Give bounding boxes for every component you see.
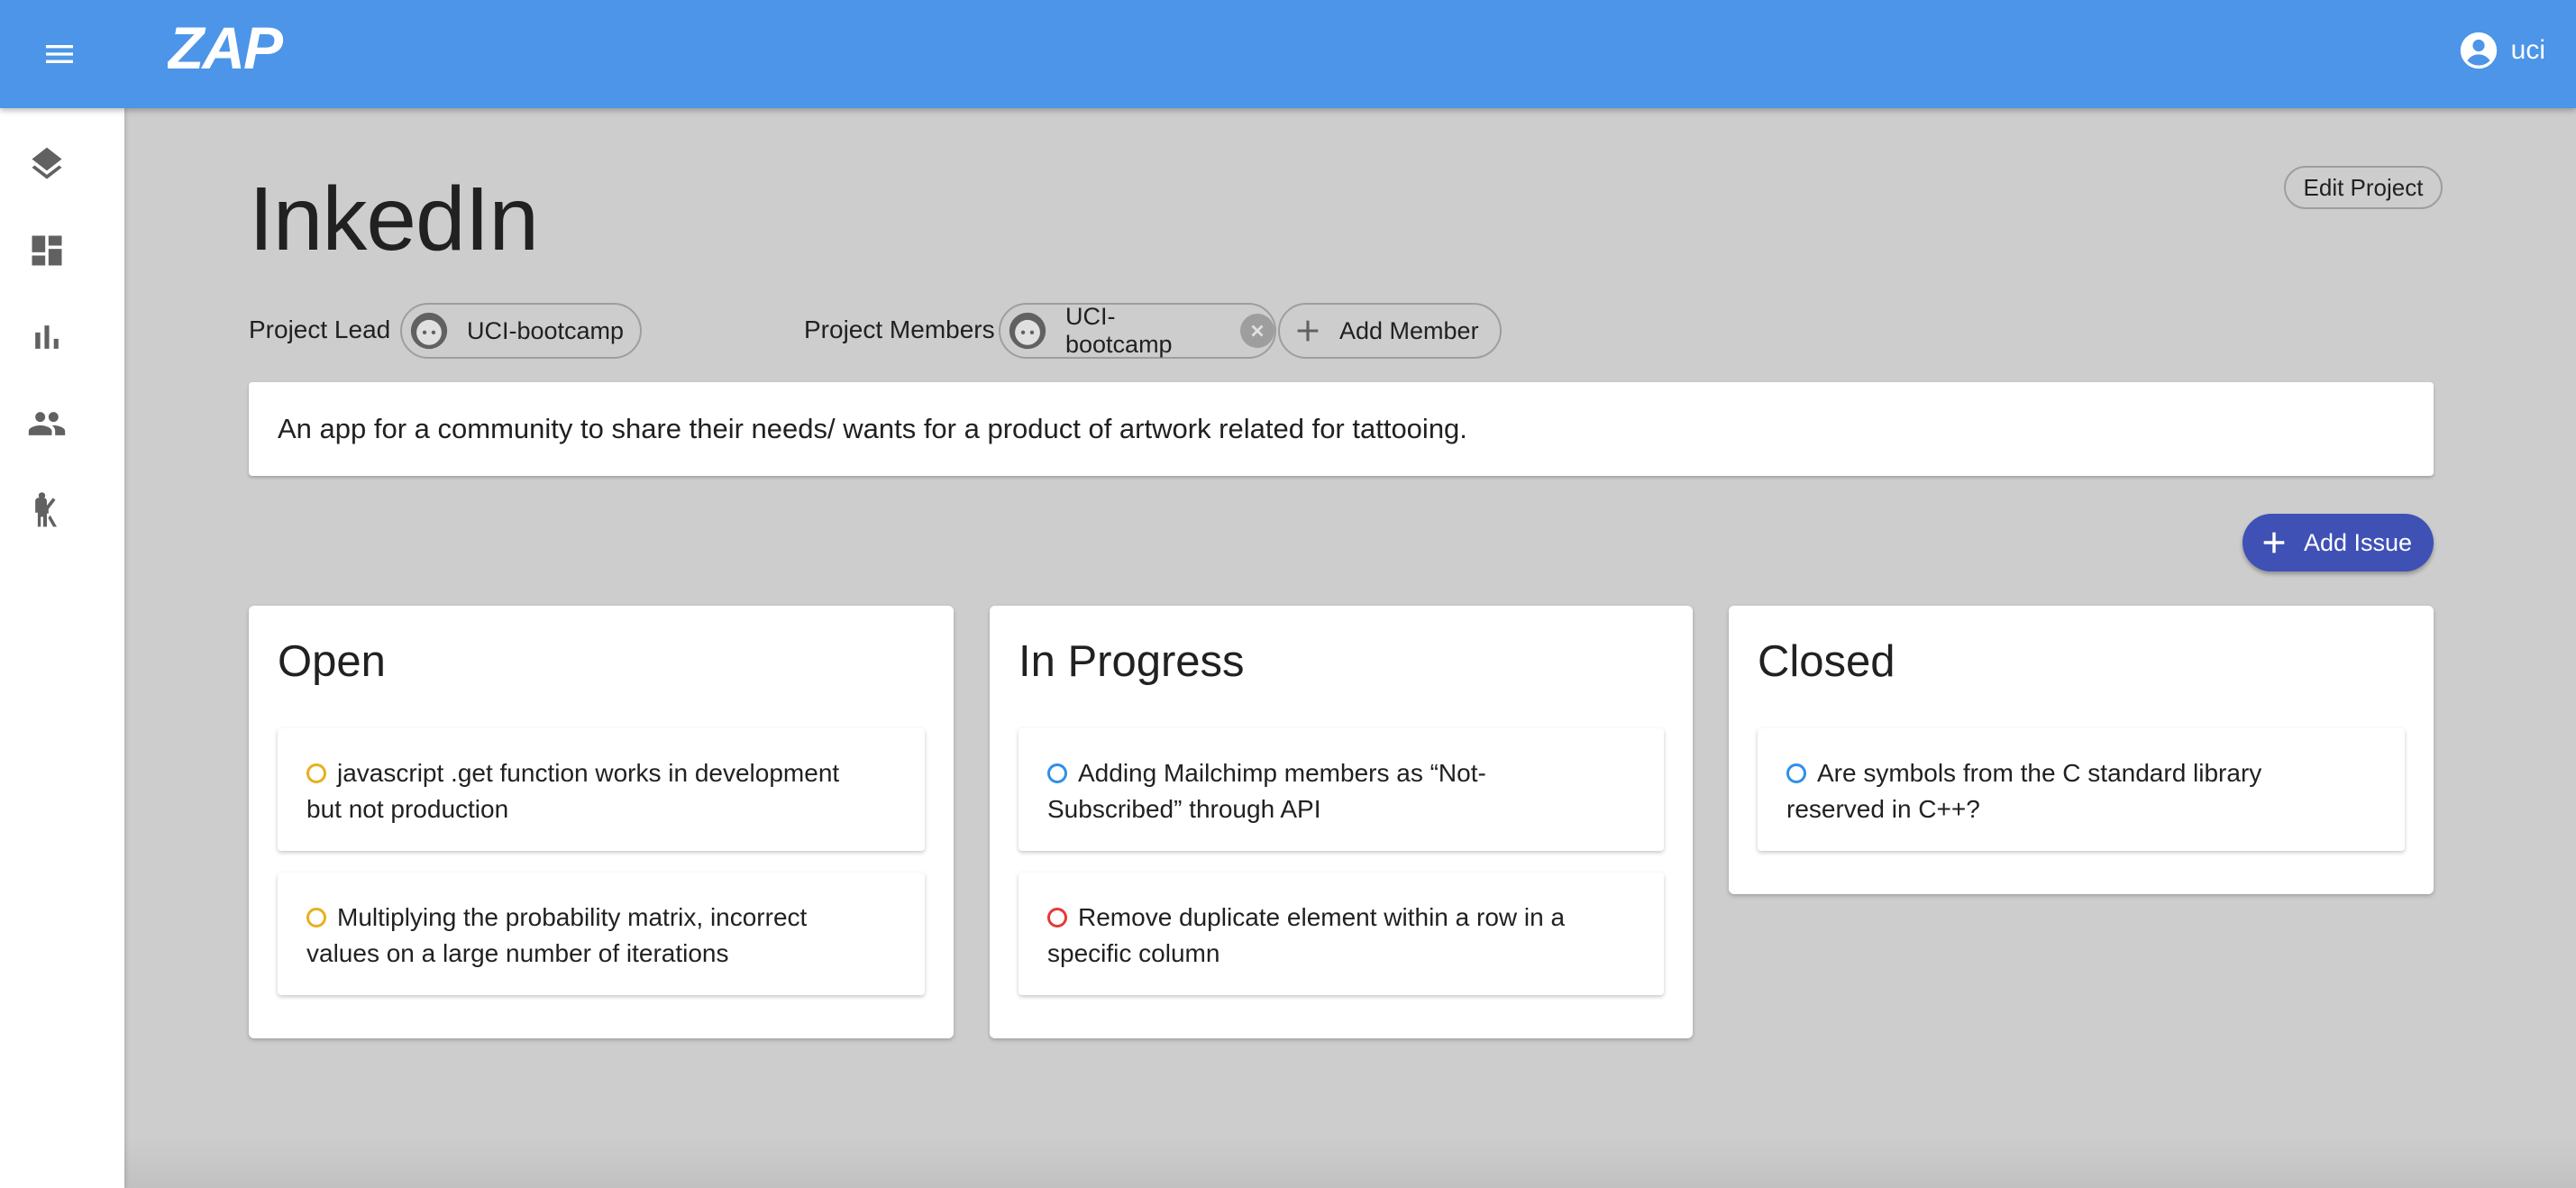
sidebar-item-reports[interactable] — [25, 315, 69, 359]
plus-icon — [2263, 532, 2285, 553]
status-circle-icon — [306, 763, 326, 783]
issue-card[interactable]: Multiplying the probability matrix, inco… — [278, 873, 925, 995]
avatar — [1008, 311, 1047, 351]
member-chip[interactable]: UCI-bootcamp — [999, 303, 1276, 359]
issue-title: Multiplying the probability matrix, inco… — [306, 903, 808, 967]
member-name: UCI-bootcamp — [1065, 303, 1173, 358]
issue-card[interactable]: Adding Mailchimp members as “Not-Subscri… — [1019, 728, 1664, 851]
sidebar-item-dashboard[interactable] — [25, 229, 69, 272]
column-closed: Closed Are symbols from the C standard l… — [1729, 606, 2434, 894]
column-in-progress: In Progress Adding Mailchimp members as … — [990, 606, 1693, 1038]
status-circle-icon — [306, 908, 326, 928]
issue-title: Adding Mailchimp members as “Not-Subscri… — [1047, 759, 1486, 823]
status-circle-icon — [1047, 763, 1067, 783]
face-icon — [410, 312, 448, 350]
project-lead-chip[interactable]: UCI-bootcamp — [400, 303, 642, 359]
add-member-label: Add Member — [1339, 316, 1479, 344]
issue-title: Remove duplicate element within a row in… — [1047, 903, 1566, 967]
issue-card[interactable]: Are symbols from the C standard library … — [1758, 728, 2405, 851]
hamburger-menu-icon — [46, 45, 73, 63]
issue-card[interactable]: Remove duplicate element within a row in… — [1019, 873, 1664, 995]
issue-title: Are symbols from the C standard library … — [1786, 759, 2262, 823]
zap-logo[interactable]: ZAP — [168, 20, 312, 74]
column-title: Open — [278, 637, 386, 686]
close-icon — [1251, 324, 1264, 337]
account-circle-icon — [2460, 32, 2497, 69]
sidebar-item-accessibility[interactable] — [25, 489, 69, 532]
dashboard-icon — [32, 235, 62, 266]
menu-button[interactable] — [38, 32, 81, 76]
project-lead-label: Project Lead — [249, 315, 391, 343]
project-lead-name: UCI-bootcamp — [467, 316, 625, 344]
user-name: uci — [2510, 35, 2545, 65]
column-title: Closed — [1758, 637, 1895, 686]
avatar — [409, 311, 449, 351]
bar-chart-icon — [35, 325, 59, 349]
project-members-label: Project Members — [804, 315, 995, 343]
status-circle-icon — [1047, 908, 1067, 928]
sidebar — [0, 108, 124, 1188]
face-icon — [1009, 312, 1046, 350]
project-description: An app for a community to share their ne… — [249, 382, 2434, 476]
page-title: InkedIn — [249, 169, 539, 270]
page-bottom-shadow — [124, 1136, 2576, 1188]
svg-text:ZAP: ZAP — [168, 20, 284, 74]
add-issue-label: Add Issue — [2304, 528, 2413, 556]
column-title: In Progress — [1019, 637, 1245, 686]
layers-icon — [32, 147, 62, 179]
app-bar: ZAP uci — [0, 0, 2576, 108]
sidebar-item-projects[interactable] — [25, 142, 69, 186]
plus-icon — [1297, 320, 1319, 342]
main-content: InkedIn Edit Project Project Lead UCI-bo… — [124, 108, 2576, 1188]
sidebar-item-users[interactable] — [25, 402, 69, 445]
accessibility-icon — [35, 492, 57, 527]
issue-card[interactable]: javascript .get function works in develo… — [278, 728, 925, 851]
column-open: Open javascript .get function works in d… — [249, 606, 954, 1038]
edit-project-button[interactable]: Edit Project — [2284, 166, 2443, 209]
status-circle-icon — [1786, 763, 1806, 783]
remove-member-button[interactable] — [1240, 314, 1274, 348]
add-issue-button[interactable]: Add Issue — [2243, 514, 2434, 571]
add-member-button[interactable]: Add Member — [1278, 303, 1502, 359]
user-menu[interactable]: uci — [2459, 27, 2545, 74]
people-icon — [28, 412, 66, 435]
issue-title: javascript .get function works in develo… — [306, 759, 840, 823]
